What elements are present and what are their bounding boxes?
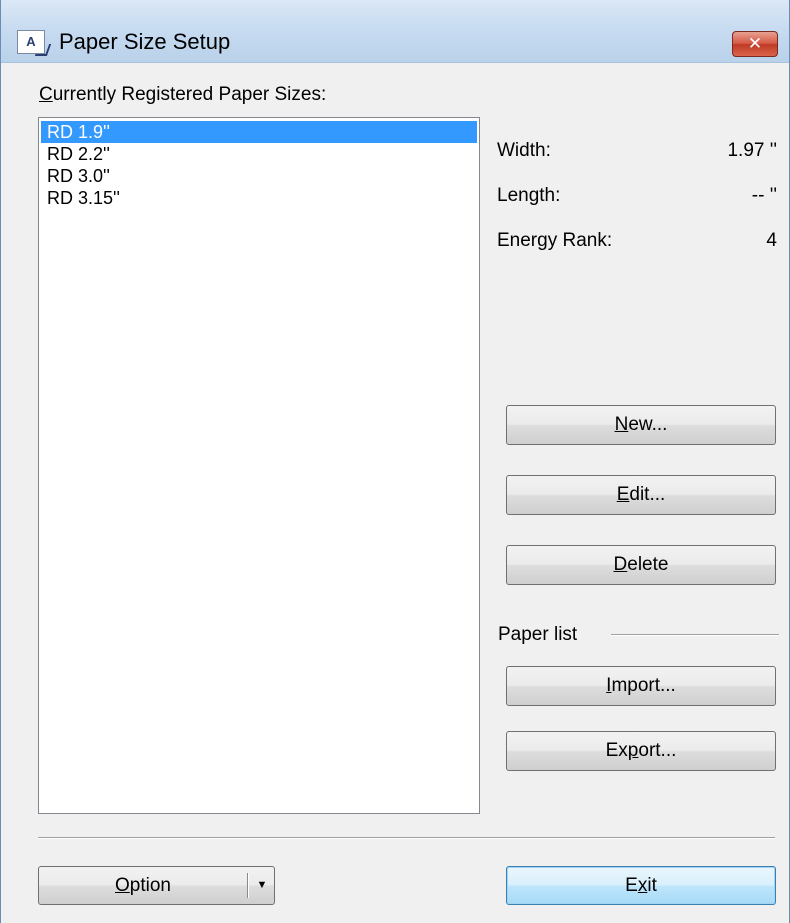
option-split-divider xyxy=(247,873,249,898)
option-button-label[interactable]: Option xyxy=(39,867,247,904)
energy-rank-label: Energy Rank: xyxy=(497,230,613,251)
export-button[interactable]: Export... xyxy=(506,731,776,771)
window-title: Paper Size Setup xyxy=(59,29,231,54)
energy-rank-value: 4 xyxy=(766,230,777,251)
length-value: -- '' xyxy=(751,185,777,206)
length-label: Length: xyxy=(497,185,561,206)
list-item-rd-1-9[interactable]: RD 1.9'' xyxy=(41,121,477,143)
list-item-rd-3-0[interactable]: RD 3.0'' xyxy=(41,165,477,187)
paper-list-group-label: Paper list xyxy=(498,624,578,645)
paper-size-app-icon: A xyxy=(17,30,45,54)
paper-list-divider xyxy=(611,634,779,636)
paper-sizes-listbox[interactable]: RD 1.9'' RD 2.2'' RD 3.0'' RD 3.15'' xyxy=(38,117,480,814)
width-value: 1.97 '' xyxy=(727,140,777,161)
paper-size-setup-dialog: A Paper Size Setup ✕ Currently Registere… xyxy=(0,0,790,923)
close-button[interactable]: ✕ xyxy=(732,31,778,57)
list-item-rd-2-2[interactable]: RD 2.2'' xyxy=(41,143,477,165)
exit-button[interactable]: Exit xyxy=(506,866,776,905)
option-split-button[interactable]: Option ▼ xyxy=(38,866,275,905)
footer-separator xyxy=(38,837,775,839)
delete-button[interactable]: Delete xyxy=(506,545,776,585)
new-button[interactable]: New... xyxy=(506,405,776,445)
registered-sizes-label: Currently Registered Paper Sizes: xyxy=(39,84,327,105)
close-icon: ✕ xyxy=(747,34,763,54)
import-button[interactable]: Import... xyxy=(506,666,776,706)
edit-button[interactable]: Edit... xyxy=(506,475,776,515)
dropdown-arrow-icon[interactable]: ▼ xyxy=(252,867,272,904)
width-label: Width: xyxy=(497,140,551,161)
list-item-rd-3-15[interactable]: RD 3.15'' xyxy=(41,187,477,209)
title-bar[interactable]: A Paper Size Setup ✕ xyxy=(1,0,789,63)
